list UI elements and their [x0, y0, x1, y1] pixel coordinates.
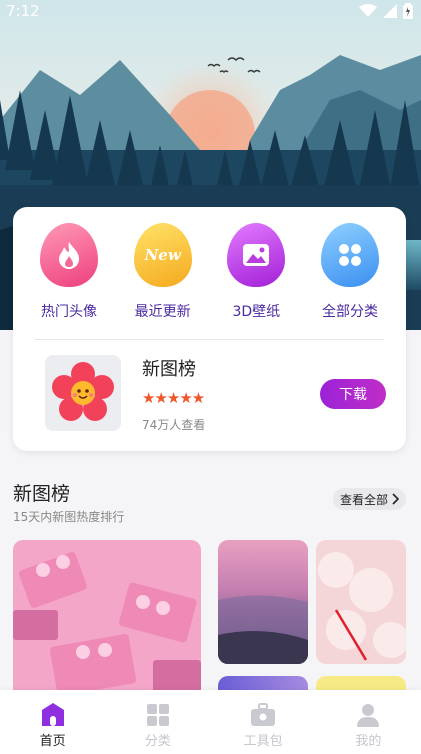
wifi-icon	[359, 4, 377, 17]
rating-stars: ★★★★★	[142, 389, 205, 407]
divider	[35, 339, 384, 340]
tab-label: 分类	[144, 734, 171, 749]
status-bar: 7:12	[0, 0, 421, 22]
section-subtitle: 15天内新图热度排行	[13, 510, 125, 524]
category-hot-avatar[interactable]: 热门头像	[27, 223, 111, 321]
tab-label: 首页	[39, 734, 66, 749]
toolbox-icon	[250, 702, 276, 728]
category-recent-update[interactable]: New 最近更新	[121, 223, 205, 321]
tab-toolbox[interactable]: 工具包	[223, 702, 303, 749]
status-time: 7:12	[6, 2, 40, 20]
profile-icon	[356, 702, 380, 728]
tab-label: 工具包	[243, 734, 283, 749]
category-label: 3D壁纸	[232, 304, 281, 320]
flame-icon	[40, 223, 98, 287]
new-badge-text: New	[144, 246, 181, 264]
featured-thumbnail	[45, 355, 121, 431]
category-label: 最近更新	[134, 304, 191, 320]
category-icon	[146, 702, 170, 728]
category-card: 热门头像 New 最近更新 3D壁纸 全部分类 新图榜 ★★★★★ 74万人查看…	[13, 207, 406, 451]
home-icon	[40, 702, 66, 728]
tab-category[interactable]: 分类	[118, 702, 198, 749]
wallpaper-thumbnail[interactable]	[218, 540, 308, 664]
see-all-button[interactable]: 查看全部	[333, 488, 406, 510]
image-icon	[227, 223, 286, 287]
category-all[interactable]: 全部分类	[308, 223, 392, 321]
category-label: 全部分类	[321, 304, 378, 320]
wallpaper-thumbnail[interactable]	[13, 540, 201, 700]
tab-label: 我的	[355, 734, 382, 749]
chevron-right-icon	[392, 493, 399, 505]
flower-icon	[52, 362, 114, 421]
featured-item[interactable]: 新图榜 ★★★★★ 74万人查看 下载	[45, 355, 386, 437]
featured-title: 新图榜	[142, 359, 196, 380]
wallpaper-thumbnail[interactable]	[316, 540, 406, 664]
tab-home[interactable]: 首页	[13, 702, 93, 749]
download-button[interactable]: 下载	[320, 379, 386, 409]
signal-icon	[383, 4, 397, 18]
category-label: 热门头像	[41, 304, 97, 320]
see-all-label: 查看全部	[339, 492, 388, 507]
category-3d-wallpaper[interactable]: 3D壁纸	[214, 223, 298, 321]
view-count: 74万人查看	[142, 418, 206, 432]
new-badge-icon: New	[133, 223, 192, 287]
grid-icon	[320, 223, 379, 287]
section-title: 新图榜	[13, 483, 71, 505]
tab-profile[interactable]: 我的	[328, 702, 408, 749]
battery-icon	[403, 3, 413, 19]
bottom-tab-bar: 首页 分类 工具包 我的	[0, 690, 421, 754]
